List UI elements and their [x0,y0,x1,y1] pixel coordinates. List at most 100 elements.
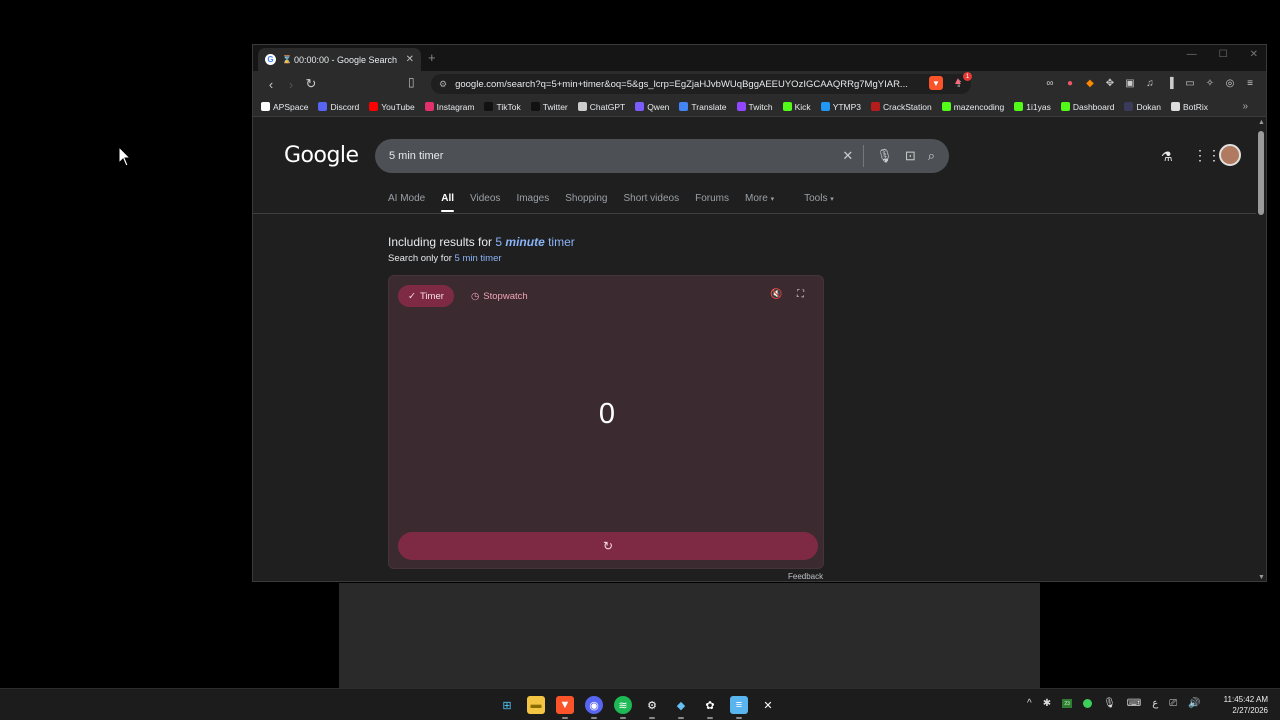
notepad-icon[interactable]: ≡ [730,696,748,719]
tab-videos[interactable]: Videos [470,193,500,212]
original-query-link[interactable]: 5 min timer [455,253,502,264]
spotify-icon[interactable]: ≋ [614,696,632,719]
leo-ai-icon[interactable]: ✧ [1204,77,1216,89]
app-tray-icon[interactable]: 23 [1062,699,1073,708]
back-arrow-icon[interactable]: ‹ [261,74,281,94]
maximize-icon[interactable]: ☐ [1219,49,1228,60]
brave-browser-icon[interactable]: ▼ [556,696,574,719]
tab-images[interactable]: Images [516,193,549,212]
steelseries-icon[interactable]: ⚙ [643,696,661,719]
bookmark-item[interactable]: Twitch [736,102,773,112]
bookmark-item[interactable]: YTMP3 [820,102,861,112]
microphone-icon[interactable]: 🎙 [876,148,893,164]
tab-more[interactable]: More ▾ [745,193,774,212]
slack-icon[interactable]: ✱ [1043,698,1051,709]
volume-icon[interactable]: 🔊 [1188,698,1200,709]
close-tab-icon[interactable]: ✕ [406,54,414,65]
status-dot-icon[interactable] [1083,699,1093,708]
address-bar[interactable]: ⚙ google.com/search?q=5+min+timer&oq=5&g… [431,74,971,94]
search-icon[interactable]: ⌕ [928,148,935,164]
sidebar-icon[interactable]: ▐ [1164,77,1176,89]
bookmark-item[interactable]: Twitter [530,102,568,112]
minimize-icon[interactable]: — [1187,49,1197,60]
forward-arrow-icon[interactable]: › [281,74,301,94]
timer-display[interactable]: 0 [389,398,825,431]
bookmark-label: CrackStation [883,101,932,112]
mute-icon[interactable]: 🔇 [770,289,782,300]
chevron-up-icon[interactable]: ^ [1027,698,1032,709]
bookmark-item[interactable]: mazencoding [941,102,1004,112]
search-box[interactable]: 5 min timer ✕ 🎙 ⊡ ⌕ [375,139,949,173]
fox-extension-icon[interactable]: ◆ [1084,77,1096,89]
more-bookmarks-icon[interactable]: » [1242,101,1248,112]
bookmark-item[interactable]: Discord [318,102,359,112]
vpn-icon[interactable]: ◎ [1224,77,1236,89]
google-apps-icon[interactable]: ⋮⋮ [1193,147,1221,164]
tab-short-videos[interactable]: Short videos [624,193,680,212]
bookmark-item[interactable]: CrackStation [871,102,932,112]
bookmark-item[interactable]: ChatGPT [577,102,625,112]
bookmark-favicon-icon [577,102,587,111]
site-settings-icon[interactable]: ⚙ [439,79,447,90]
screenshot-icon[interactable]: ▣ [1124,77,1136,89]
lens-camera-icon[interactable]: ⊡ [905,148,916,164]
file-explorer-icon[interactable]: ▬ [527,696,545,714]
scrollbar-thumb[interactable] [1258,131,1264,215]
tab-shopping[interactable]: Shopping [565,193,607,212]
capcut-icon[interactable]: ✕ [759,696,777,714]
microphone-tray-icon[interactable]: 🎙 [1103,698,1116,709]
avatar[interactable] [1219,144,1241,166]
ublock-extension-icon[interactable]: ● [1064,77,1076,89]
search-input[interactable]: 5 min timer [389,150,830,162]
browser-tab[interactable]: G ⌛ 00:00:00 - Google Search ✕ [258,48,421,71]
reload-icon[interactable]: ↻ [301,74,321,94]
feedback-link[interactable]: Feedback [788,572,823,581]
brave-shields-icon[interactable]: ▼ [929,76,943,90]
brave-rewards-icon[interactable]: ▲ 1 [953,72,972,90]
system-clock[interactable]: 11:45:42 AM 2/27/2026 [1218,694,1268,716]
language-icon[interactable]: ع [1152,698,1158,709]
extensions-puzzle-icon[interactable]: ✥ [1104,77,1116,89]
stopwatch-tab[interactable]: ◷ Stopwatch [465,285,534,307]
bookmark-item[interactable]: YouTube [369,102,415,112]
timer-tab[interactable]: ✓ Timer [398,285,454,307]
bookmark-item[interactable]: APSpace [261,102,308,112]
new-tab-button[interactable]: + [428,50,436,65]
tab-forums[interactable]: Forums [695,193,729,212]
bookmark-item[interactable]: Kick [782,102,811,112]
page-scrollbar[interactable]: ▲ ▼ [1256,117,1266,581]
media-icon[interactable]: ♫ [1144,77,1156,89]
glasses-extension-icon[interactable]: ∞ [1044,77,1056,89]
windows-start-icon[interactable]: ⊞ [498,696,516,714]
chatgpt-icon[interactable]: ✿ [701,696,719,719]
close-window-icon[interactable]: ✕ [1250,49,1258,60]
keyboard-icon[interactable]: ⌨ [1127,698,1141,709]
bookmark-item[interactable]: Translate [679,102,727,112]
menu-icon[interactable]: ≡ [1244,77,1256,89]
bookmark-item[interactable]: BotRix [1171,102,1208,112]
scroll-down-icon[interactable]: ▼ [1258,574,1265,581]
reset-button[interactable]: ↻ [398,532,818,560]
network-icon[interactable]: ⎚ [1169,698,1177,709]
bookmark-item[interactable]: Instagram [424,102,474,112]
scroll-up-icon[interactable]: ▲ [1258,119,1265,126]
bookmark-favicon-icon [679,102,689,111]
fullscreen-icon[interactable]: ⛶ [797,289,804,300]
discord-icon[interactable]: ◉ [585,696,603,719]
bookmark-item[interactable]: Dokan [1124,102,1161,112]
clear-search-icon[interactable]: ✕ [842,148,853,164]
tab-ai-mode[interactable]: AI Mode [388,193,425,212]
google-logo[interactable]: Google [284,143,359,168]
bookmark-item[interactable]: Dashboard [1060,102,1114,112]
stopwatch-tab-label: Stopwatch [483,290,528,302]
bookmark-icon[interactable]: ▯ [408,75,415,89]
bookmark-item[interactable]: Qwen [635,102,669,112]
corrected-query-link[interactable]: 5 minute timer [495,235,574,249]
bookmark-item[interactable]: 1i1yas [1014,102,1051,112]
tab-all[interactable]: All [441,193,454,212]
tab-tools[interactable]: Tools ▾ [804,193,834,212]
steam-icon[interactable]: ◆ [672,696,690,719]
wallet-icon[interactable]: ▭ [1184,77,1196,89]
labs-flask-icon[interactable]: ⚗ [1161,149,1173,165]
bookmark-item[interactable]: TikTok [484,102,521,112]
